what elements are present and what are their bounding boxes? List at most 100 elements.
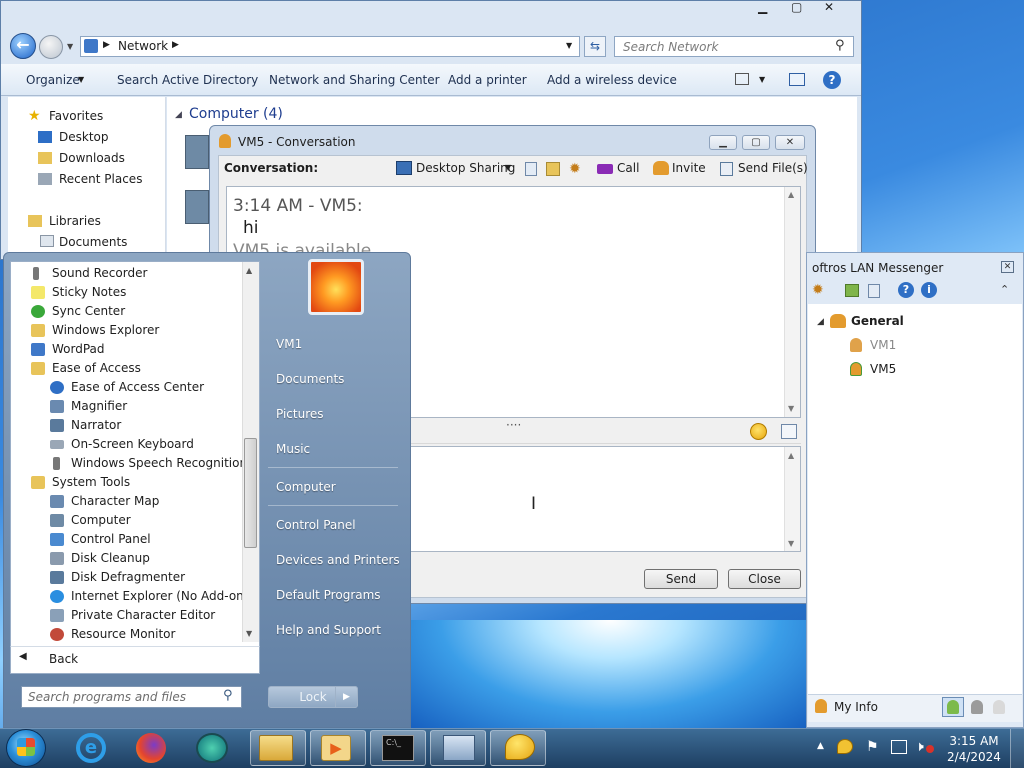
send-button[interactable]: Send: [644, 569, 718, 589]
search-icon[interactable]: ⚲: [223, 688, 233, 703]
status-busy-icon[interactable]: [971, 700, 983, 714]
messenger-collapse-icon[interactable]: ⌃: [1000, 283, 1009, 296]
nav-desktop[interactable]: Desktop: [59, 130, 109, 144]
search-network-input[interactable]: Search Network: [614, 36, 854, 57]
messenger-folder-icon[interactable]: [845, 284, 859, 297]
explorer-close-button[interactable]: ✕: [824, 0, 854, 14]
scroll-up-icon[interactable]: ▲: [246, 266, 252, 275]
desktop-sharing-dropdown-icon[interactable]: ▼: [505, 163, 511, 172]
breadcrumb-chevron-icon[interactable]: ▶: [172, 40, 179, 50]
start-item-devices-and-printers[interactable]: Devices and Printers: [276, 553, 400, 567]
history-icon[interactable]: [525, 162, 537, 176]
programs-scrollbar-thumb[interactable]: [244, 438, 257, 548]
search-active-directory-button[interactable]: Search Active Directory: [117, 73, 258, 87]
send-files-button[interactable]: Send File(s): [738, 161, 808, 175]
group-expand-icon[interactable]: ◢: [817, 317, 824, 327]
group-collapse-icon[interactable]: ◢: [175, 110, 182, 120]
recent-pages-chevron-icon[interactable]: ▼: [67, 42, 73, 51]
group-header[interactable]: Computer (4): [189, 106, 283, 122]
add-printer-button[interactable]: Add a printer: [448, 73, 527, 87]
refresh-icon[interactable]: ⇆: [584, 36, 606, 57]
history-scrollbar[interactable]: [784, 187, 800, 417]
explorer-minimize-button[interactable]: ▁: [758, 0, 767, 14]
conversation-title: VM5 - Conversation: [238, 135, 356, 149]
shutdown-options-arrow-icon[interactable]: ▶: [335, 686, 358, 708]
nav-downloads[interactable]: Downloads: [59, 151, 125, 165]
taskbar-clock[interactable]: 3:15 AM 2/4/2024: [944, 733, 1004, 765]
call-button[interactable]: Call: [617, 161, 639, 175]
program-sticky-notes[interactable]: Sticky Notes: [31, 283, 263, 302]
conversation-minimize-button[interactable]: ▁: [709, 135, 737, 150]
network-tray-icon[interactable]: [891, 740, 907, 754]
start-item-documents[interactable]: Documents: [276, 372, 344, 386]
desktop-sharing-button[interactable]: Desktop Sharing: [416, 161, 515, 175]
tray-messenger-icon[interactable]: [837, 739, 853, 754]
add-wireless-device-button[interactable]: Add a wireless device: [547, 73, 677, 87]
conversation-maximize-button[interactable]: ▢: [742, 135, 770, 150]
view-dropdown-icon[interactable]: ▼: [759, 75, 765, 84]
folder-system-tools[interactable]: System Tools: [31, 473, 263, 492]
computer-icon[interactable]: [185, 190, 209, 224]
user-avatar: [308, 259, 364, 315]
messenger-history-icon[interactable]: [868, 284, 880, 298]
remote-desktop-icon: [443, 735, 475, 761]
group-general[interactable]: General: [851, 314, 904, 328]
show-desktop-button[interactable]: [1010, 729, 1024, 768]
start-item-control-panel[interactable]: Control Panel: [276, 518, 356, 532]
conversation-close-button[interactable]: ✕: [775, 135, 805, 150]
view-options-icon[interactable]: [735, 73, 749, 85]
close-button[interactable]: Close: [728, 569, 801, 589]
messenger-settings-icon[interactable]: ✹: [812, 282, 824, 298]
program-windows-explorer[interactable]: Windows Explorer: [31, 321, 263, 340]
status-offline-icon[interactable]: [993, 700, 1005, 714]
invite-button[interactable]: Invite: [672, 161, 706, 175]
back-button[interactable]: [10, 646, 260, 674]
forward-arrow-icon[interactable]: [39, 35, 63, 59]
transfers-icon[interactable]: [546, 162, 560, 176]
show-hidden-icons-icon[interactable]: ▲: [817, 741, 824, 751]
scroll-up-icon[interactable]: ▲: [788, 190, 794, 199]
address-dropdown-icon[interactable]: ▼: [566, 41, 572, 50]
help-icon[interactable]: ?: [823, 71, 841, 89]
start-item-pictures[interactable]: Pictures: [276, 407, 324, 421]
splitter-handle-icon[interactable]: ····: [506, 418, 521, 432]
computer-icon[interactable]: [185, 135, 209, 169]
program-wordpad[interactable]: WordPad: [31, 340, 263, 359]
program-sync-center[interactable]: Sync Center: [31, 302, 263, 321]
network-sharing-center-button[interactable]: Network and Sharing Center: [269, 73, 440, 87]
preview-pane-icon[interactable]: [789, 73, 805, 86]
nav-recent-places[interactable]: Recent Places: [59, 172, 142, 186]
start-item-vm1[interactable]: VM1: [276, 337, 302, 351]
settings-gear-icon[interactable]: ✹: [569, 161, 581, 177]
organize-dropdown-icon[interactable]: ▼: [78, 75, 84, 84]
font-style-icon[interactable]: [781, 424, 797, 439]
contact-vm5[interactable]: VM5: [870, 362, 896, 376]
scroll-down-icon[interactable]: ▼: [788, 404, 794, 413]
scroll-down-icon[interactable]: ▼: [246, 629, 252, 638]
organize-button[interactable]: Organize: [26, 73, 80, 87]
scroll-up-icon[interactable]: ▲: [788, 451, 794, 460]
nav-documents[interactable]: Documents: [59, 235, 127, 249]
contact-vm1[interactable]: VM1: [870, 338, 896, 352]
messenger-info-icon[interactable]: i: [921, 282, 937, 298]
my-info-button[interactable]: My Info: [834, 700, 878, 714]
start-item-default-programs[interactable]: Default Programs: [276, 588, 381, 602]
scroll-down-icon[interactable]: ▼: [788, 539, 794, 548]
start-item-computer[interactable]: Computer: [276, 480, 336, 494]
folder-ease-of-access[interactable]: Ease of Access: [31, 359, 263, 378]
volume-muted-icon[interactable]: 🕨: [915, 739, 924, 755]
nav-libraries[interactable]: Libraries: [49, 214, 101, 228]
messenger-help-icon[interactable]: ?: [898, 282, 914, 298]
start-item-help-and-support[interactable]: Help and Support: [276, 623, 381, 637]
back-arrow-icon[interactable]: ←: [10, 33, 36, 59]
action-center-flag-icon[interactable]: ⚑: [866, 739, 879, 755]
explorer-maximize-button[interactable]: ▢: [791, 0, 802, 14]
messenger-close-icon[interactable]: ✕: [1001, 261, 1014, 273]
program-sound-recorder[interactable]: Sound Recorder: [31, 264, 263, 283]
input-scrollbar[interactable]: [784, 447, 800, 551]
emoticon-icon[interactable]: [750, 423, 767, 440]
nav-favorites[interactable]: Favorites: [49, 109, 103, 123]
search-icon[interactable]: ⚲: [835, 38, 845, 53]
search-programs-input[interactable]: Search programs and files: [21, 686, 242, 708]
start-item-music[interactable]: Music: [276, 442, 310, 456]
